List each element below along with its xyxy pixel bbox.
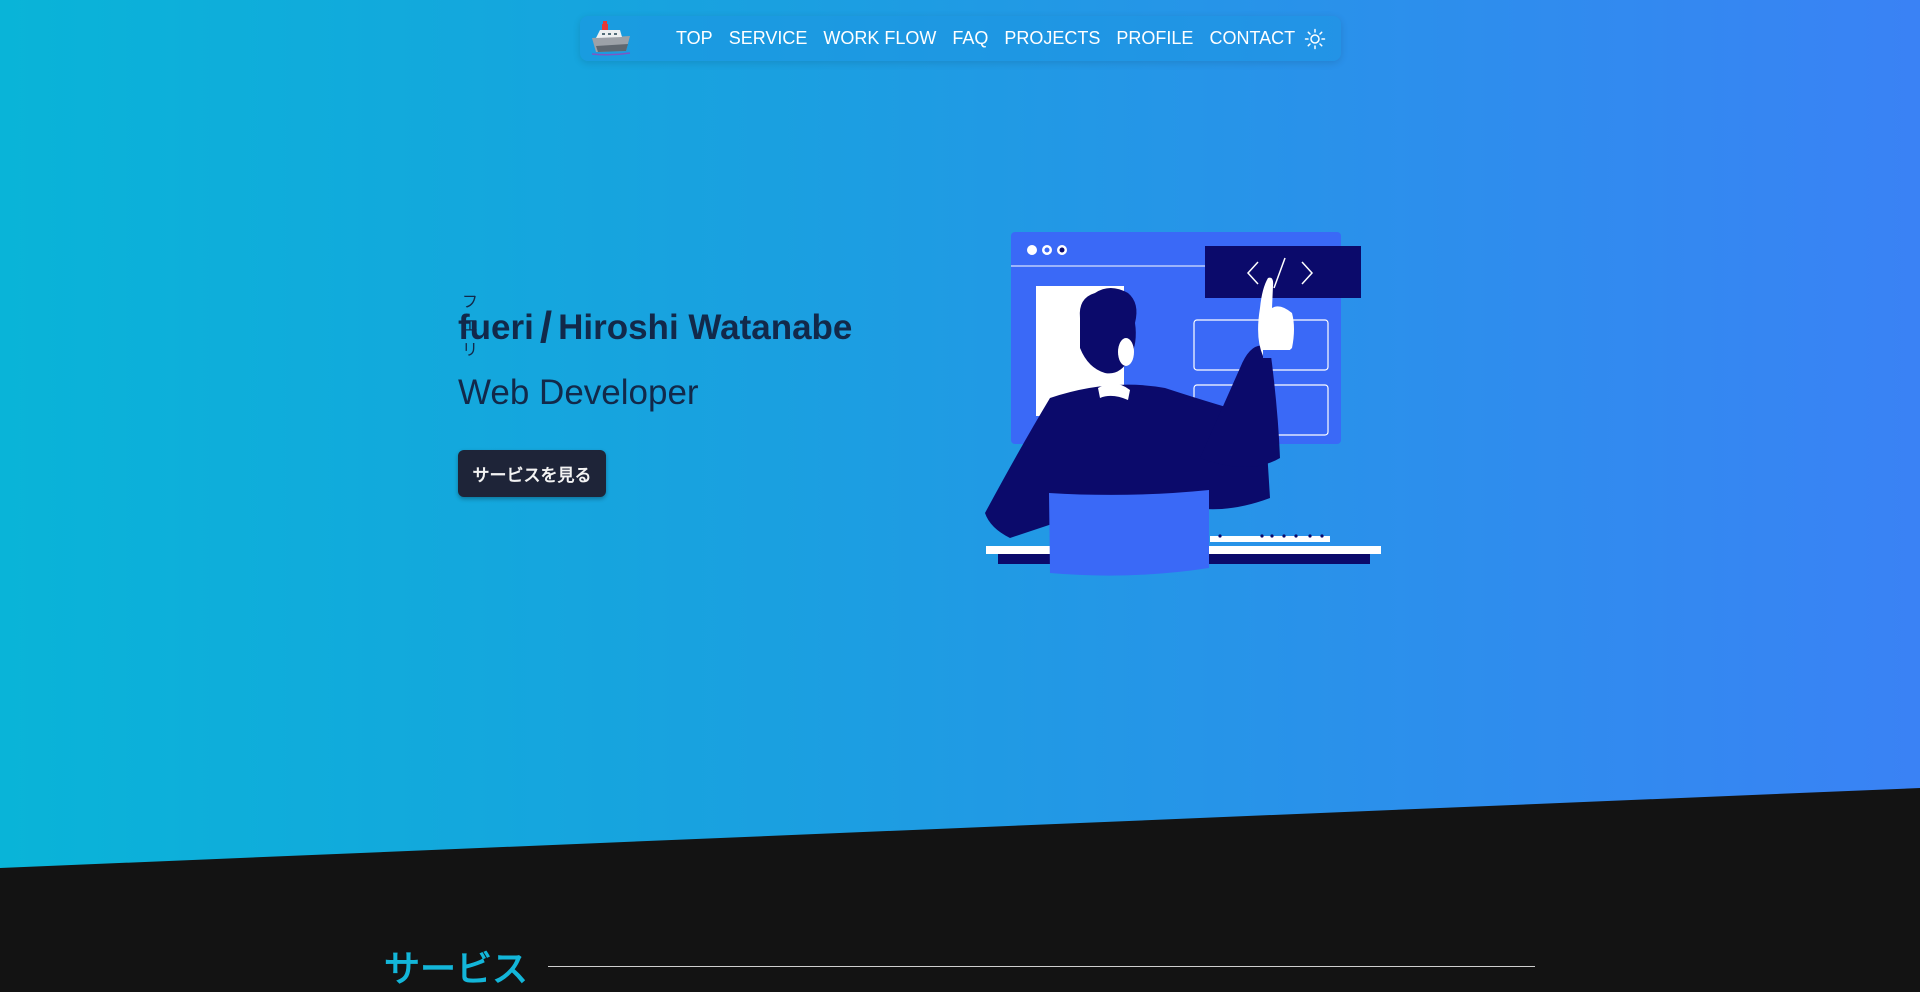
developer-at-screen-illustration <box>985 232 1381 576</box>
view-services-button[interactable]: サービスを見る <box>458 450 606 497</box>
hero-background <box>0 0 1920 868</box>
sun-icon[interactable] <box>1304 28 1326 50</box>
top-navbar: TOP SERVICE WORK FLOW FAQ PROJECTS PROFI… <box>580 16 1341 61</box>
nav-item-top[interactable]: TOP <box>668 16 721 61</box>
name-sub: Hiroshi Watanabe <box>558 308 853 347</box>
nav-item-service[interactable]: SERVICE <box>721 16 816 61</box>
nav-item-profile[interactable]: PROFILE <box>1108 16 1201 61</box>
ship-logo-icon[interactable] <box>586 18 636 58</box>
nav-item-contact[interactable]: CONTACT <box>1201 16 1303 61</box>
name-main: fueri <box>458 308 534 347</box>
nav-item-projects[interactable]: PROJECTS <box>996 16 1108 61</box>
nav-item-work-flow[interactable]: WORK FLOW <box>815 16 944 61</box>
services-section-title: サービス <box>384 949 529 990</box>
name-heading: fueri / Hiroshi Watanabe <box>458 300 853 352</box>
hero-subtitle: Web Developer <box>458 373 699 412</box>
section-divider <box>548 966 1535 967</box>
nav-item-faq[interactable]: FAQ <box>944 16 996 61</box>
name-slash: / <box>539 303 553 352</box>
